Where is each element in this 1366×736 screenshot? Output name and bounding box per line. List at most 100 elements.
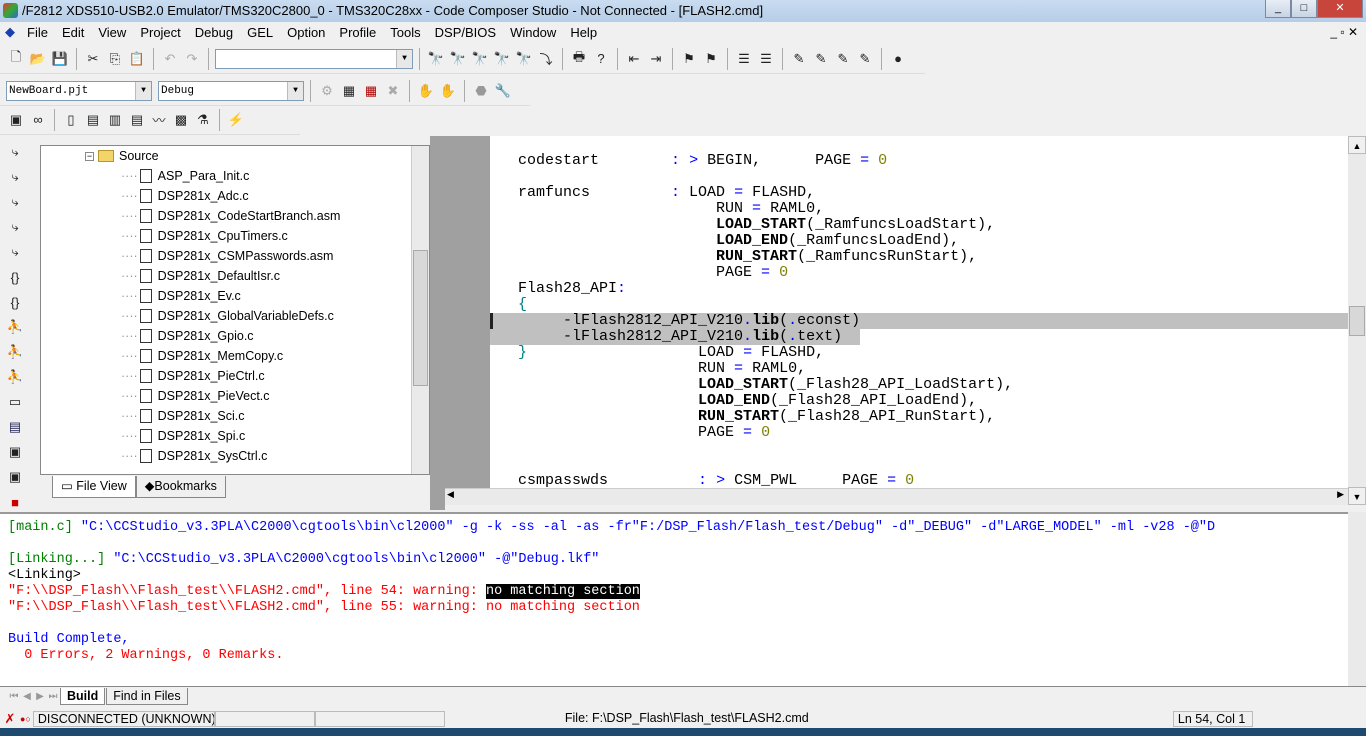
doc-menu-icon[interactable]: ◆ xyxy=(0,22,20,42)
menu-gel[interactable]: GEL xyxy=(240,25,280,40)
microscope-icon[interactable]: ⚗ xyxy=(193,110,213,130)
editor-vscrollbar[interactable]: ▲ ▼ xyxy=(1348,136,1366,505)
profile-icon[interactable]: ✎ xyxy=(855,49,875,69)
tab-file-view[interactable]: ▭ File View xyxy=(52,476,136,498)
menu-debug[interactable]: Debug xyxy=(188,25,240,40)
collapse-icon[interactable]: − xyxy=(85,151,94,161)
find-prev-icon[interactable]: 🔭 xyxy=(448,49,468,69)
step-into-icon[interactable]: ⤷ xyxy=(5,142,25,162)
outdent-icon[interactable]: ⇤ xyxy=(624,49,644,69)
view-watch-icon[interactable]: ▣ xyxy=(5,442,25,462)
minimize-button[interactable]: _ xyxy=(1265,0,1291,18)
project-select[interactable]: NewBoard.pjt ▼ xyxy=(6,80,152,101)
view-register-icon[interactable]: ▭ xyxy=(5,392,25,412)
wrench-icon[interactable]: 🔧 xyxy=(493,81,513,101)
bookmark-next-icon[interactable]: ⚑ xyxy=(701,49,721,69)
prev-tab-icon[interactable]: ◀ xyxy=(21,686,33,706)
memory-icon[interactable]: ▤ xyxy=(83,110,103,130)
tab-bookmarks[interactable]: ◆Bookmarks xyxy=(135,476,226,498)
new-file-icon[interactable]: 🗋 xyxy=(6,49,26,69)
menu-project[interactable]: Project xyxy=(133,25,187,40)
menu-help[interactable]: Help xyxy=(563,25,604,40)
first-tab-icon[interactable]: ⏮ xyxy=(8,686,20,706)
disassembly-icon[interactable]: ▥ xyxy=(105,110,125,130)
indent-icon[interactable]: ⇥ xyxy=(646,49,666,69)
code-editor[interactable]: codestart : > BEGIN, PAGE = 0 ramfuncs : … xyxy=(490,136,1348,488)
tree-file[interactable]: ···· ASP_Para_Init.c xyxy=(41,166,429,186)
redo-icon[interactable]: ↷ xyxy=(182,49,202,69)
menu-view[interactable]: View xyxy=(91,25,133,40)
open-folder-icon[interactable]: 📂 xyxy=(28,49,48,69)
tree-file[interactable]: ···· DSP281x_MemCopy.c xyxy=(41,346,429,366)
analysis-icon[interactable]: ⚡ xyxy=(226,110,246,130)
bookmark-icon[interactable]: ⚑ xyxy=(679,49,699,69)
stop-build-icon[interactable]: ✖ xyxy=(383,81,403,101)
menu-tools[interactable]: Tools xyxy=(383,25,427,40)
find-replace-icon[interactable]: 🔭 xyxy=(470,49,490,69)
menu-file[interactable]: File xyxy=(20,25,55,40)
hand-icon[interactable]: ✋ xyxy=(416,81,436,101)
list-icon[interactable]: ☰ xyxy=(734,49,754,69)
undo-icon[interactable]: ↶ xyxy=(160,49,180,69)
tree-file[interactable]: ···· DSP281x_PieVect.c xyxy=(41,386,429,406)
run-to-cursor-icon[interactable]: ⤷ xyxy=(5,217,25,237)
run-icon[interactable]: ⛹ xyxy=(5,317,25,337)
menu-dspbios[interactable]: DSP/BIOS xyxy=(428,25,503,40)
call-stack-icon[interactable]: ▤ xyxy=(127,110,147,130)
find-help-icon[interactable]: 🔭 xyxy=(492,49,512,69)
breakpoint-toggle-icon[interactable]: ⬣ xyxy=(471,81,491,101)
view-dis-icon[interactable]: ■ xyxy=(5,492,25,512)
tree-file[interactable]: ···· DSP281x_CodeStartBranch.asm xyxy=(41,206,429,226)
tree-file[interactable]: ···· DSP281x_CpuTimers.c xyxy=(41,226,429,246)
halt-icon[interactable]: ⛹ xyxy=(5,342,25,362)
rebuild-all-icon[interactable]: ▦ xyxy=(361,81,381,101)
config-select[interactable]: Debug ▼ xyxy=(158,80,304,101)
graph-icon[interactable]: 〰 xyxy=(149,110,169,130)
list2-icon[interactable]: ☰ xyxy=(756,49,776,69)
probe-icon[interactable]: ✎ xyxy=(811,49,831,69)
splitter[interactable] xyxy=(430,136,445,510)
print-icon[interactable]: 🖶 xyxy=(569,49,589,69)
find-in-files-icon[interactable]: 🔭 xyxy=(514,49,534,69)
menu-option[interactable]: Option xyxy=(280,25,332,40)
menu-profile[interactable]: Profile xyxy=(332,25,383,40)
cut-icon[interactable]: ✂ xyxy=(83,49,103,69)
tree-file[interactable]: ···· DSP281x_DefaultIsr.c xyxy=(41,266,429,286)
tree-file[interactable]: ···· DSP281x_Gpio.c xyxy=(41,326,429,346)
tree-file[interactable]: ···· DSP281x_Sci.c xyxy=(41,406,429,426)
tree-file[interactable]: ···· DSP281x_PieCtrl.c xyxy=(41,366,429,386)
tab-find-in-files[interactable]: Find in Files xyxy=(106,687,188,705)
set-pc-icon[interactable]: ⤷ xyxy=(5,242,25,262)
hand-disabled-icon[interactable]: ✋ xyxy=(438,81,458,101)
tree-scrollbar[interactable] xyxy=(411,146,429,474)
goto-icon[interactable]: ⤵ xyxy=(536,49,556,69)
next-tab-icon[interactable]: ▶ xyxy=(34,686,46,706)
tree-file[interactable]: ···· DSP281x_Ev.c xyxy=(41,286,429,306)
output-vscrollbar[interactable] xyxy=(1348,512,1366,686)
run-icon[interactable]: ● xyxy=(888,49,908,69)
tree-file[interactable]: ···· DSP281x_GlobalVariableDefs.c xyxy=(41,306,429,326)
menu-edit[interactable]: Edit xyxy=(55,25,91,40)
tree-folder-source[interactable]: − Source xyxy=(41,146,429,166)
register-icon[interactable]: ▯ xyxy=(61,110,81,130)
tree-file[interactable]: ···· DSP281x_Spi.c xyxy=(41,426,429,446)
save-icon[interactable]: 💾 xyxy=(50,49,70,69)
asm-step-over-icon[interactable]: {} xyxy=(5,292,25,312)
close-button[interactable]: ✕ xyxy=(1317,0,1363,18)
last-tab-icon[interactable]: ⏭ xyxy=(47,686,59,706)
tree-file[interactable]: ···· DSP281x_CSMPasswords.asm xyxy=(41,246,429,266)
tree-file[interactable]: ···· DSP281x_SysCtrl.c xyxy=(41,446,429,466)
tree-file[interactable]: ···· DSP281x_Adc.c xyxy=(41,186,429,206)
probe2-icon[interactable]: ✎ xyxy=(833,49,853,69)
scope-icon[interactable]: ▩ xyxy=(171,110,191,130)
breakpoint-icon[interactable]: ✎ xyxy=(789,49,809,69)
step-out-icon[interactable]: ⤷ xyxy=(5,192,25,212)
watch-icon[interactable]: ▣ xyxy=(6,110,26,130)
find-combo[interactable]: ▼ xyxy=(215,48,413,69)
maximize-button[interactable]: □ xyxy=(1291,0,1317,18)
compile-icon[interactable]: ⚙ xyxy=(317,81,337,101)
tab-build[interactable]: Build xyxy=(60,687,106,705)
asm-step-icon[interactable]: {} xyxy=(5,267,25,287)
glasses-icon[interactable]: ∞ xyxy=(28,110,48,130)
animate-icon[interactable]: ⛹ xyxy=(5,367,25,387)
